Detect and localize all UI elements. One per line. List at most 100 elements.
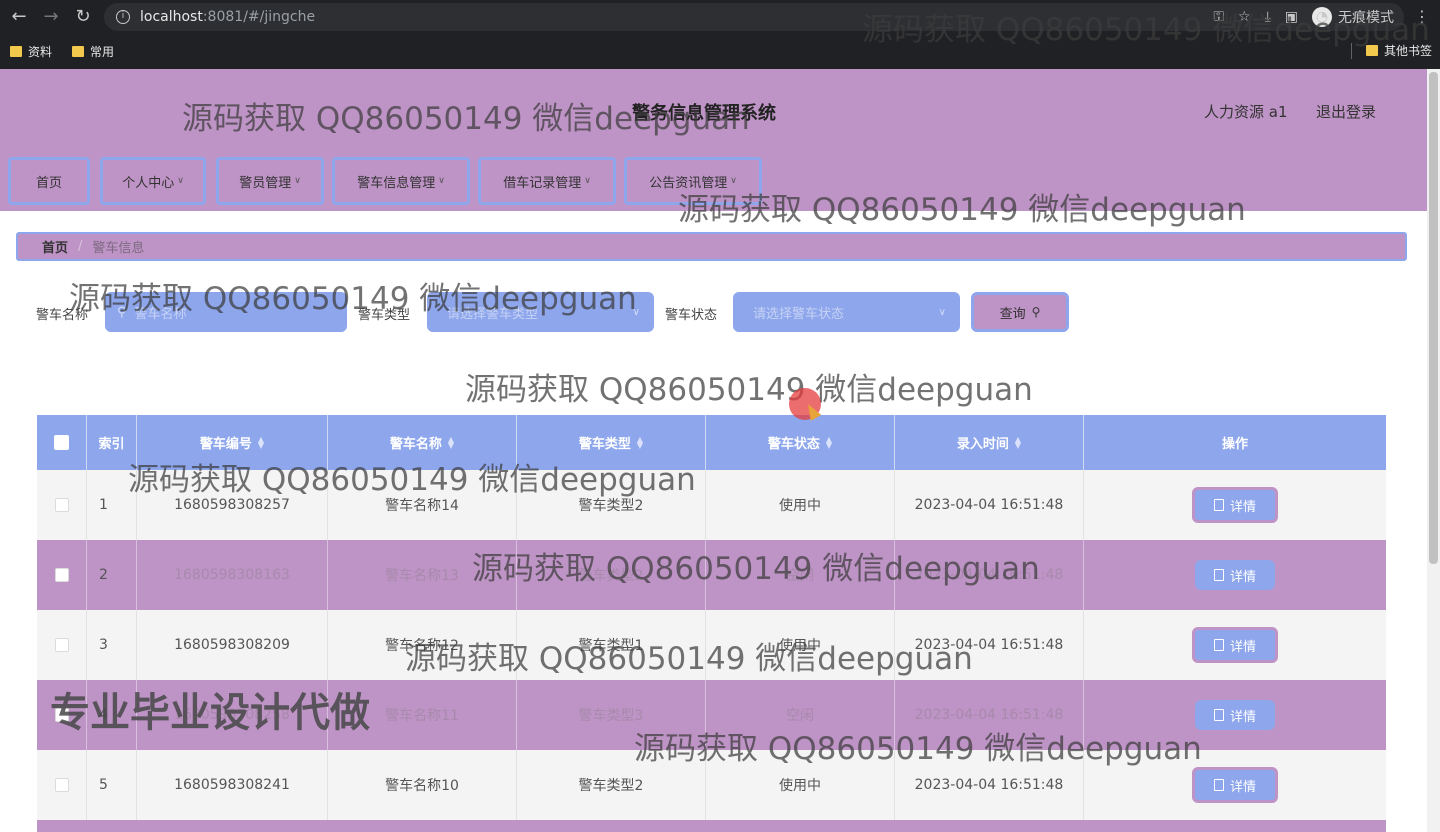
detail-label: 详情 — [1229, 499, 1256, 515]
vehicle-type-label: 警车类型 — [358, 308, 411, 323]
document-icon — [1213, 569, 1224, 581]
other-bookmarks[interactable]: 其他书签 — [1365, 42, 1432, 59]
chevron-down-icon: ∨ — [584, 176, 591, 186]
vehicle-type-placeholder: 请选择警车类型 — [447, 306, 539, 322]
actions-cell: 详情 — [1084, 470, 1386, 540]
sort-icon[interactable]: ▲ ▼ — [258, 435, 264, 449]
info-icon[interactable]: i — [116, 10, 130, 24]
detail-button[interactable]: 详情 — [1195, 560, 1275, 590]
folder-icon — [1365, 45, 1378, 56]
table-row: 3 1680598308209 警车名称12 警车类型1 使用中 2023-04… — [37, 610, 1386, 680]
sidepanel-icon[interactable]: ▣ — [1285, 9, 1298, 25]
sort-icon[interactable]: ▲ ▼ — [826, 435, 832, 449]
detail-label: 详情 — [1229, 709, 1256, 725]
incognito-icon: ◔ — [1312, 7, 1332, 27]
actions-cell: 详情 — [1084, 610, 1386, 680]
column-header-type[interactable]: 警车类型 ▲ ▼ — [517, 415, 706, 470]
vehicle-status-label: 警车状态 — [665, 308, 718, 323]
document-icon — [1213, 709, 1224, 721]
sort-icon[interactable]: ▲ ▼ — [1015, 435, 1021, 449]
back-icon[interactable]: ← — [8, 6, 30, 28]
column-header-time[interactable]: 录入时间 ▲ ▼ — [895, 415, 1084, 470]
column-label: 录入时间 — [956, 437, 1009, 452]
column-label: 操作 — [1221, 437, 1248, 452]
vehicle-name-label: 警车名称 — [36, 308, 89, 323]
select-all-cell — [37, 415, 87, 470]
sort-icon[interactable]: ▲ ▼ — [637, 435, 643, 449]
menu-label: 警员管理 — [239, 175, 292, 191]
incognito-badge[interactable]: ◔ 无痕模式 — [1312, 7, 1394, 27]
menu-item-home[interactable]: 首页 — [8, 157, 90, 205]
column-label: 警车名称 — [389, 437, 442, 452]
scrollbar-thumb[interactable] — [1429, 72, 1438, 564]
row-checkbox[interactable] — [54, 778, 69, 792]
menu-item-borrow-records[interactable]: 借车记录管理 ∨ — [478, 157, 616, 205]
vehicle-status-select[interactable]: 请选择警车状态 ∨ — [733, 292, 960, 332]
watermark-text: 源码获取 QQ86050149 微信deepguan — [465, 372, 1033, 408]
detail-button[interactable]: 详情 — [1192, 767, 1278, 803]
row-checkbox[interactable] — [54, 638, 69, 652]
detail-button[interactable]: 详情 — [1195, 700, 1275, 730]
bookmarks-bar: 资料 常用 — [0, 34, 1440, 69]
vehicle-type-select[interactable]: 请选择警车类型 ∨ — [427, 292, 654, 332]
type-cell: 警车类型1 — [517, 610, 706, 680]
menu-label: 借车记录管理 — [503, 175, 582, 191]
menu-label: 首页 — [35, 175, 62, 191]
code-cell: 1680598308209 — [137, 610, 328, 680]
column-label: 警车类型 — [578, 437, 631, 452]
time-cell: 2023-04-04 16:51:48 — [895, 680, 1084, 750]
watermark-big-text: 专业毕业设计代做 — [50, 690, 370, 736]
chevron-down-icon: ∨ — [730, 176, 737, 186]
menu-label: 个人中心 — [122, 175, 175, 191]
menu-item-vehicle-management[interactable]: 警车信息管理 ∨ — [332, 157, 470, 205]
bookmark-label: 资料 — [28, 45, 53, 59]
row-checkbox[interactable] — [54, 498, 69, 512]
menu-item-officer-management[interactable]: 警员管理 ∨ — [216, 157, 324, 205]
menu-item-announcements[interactable]: 公告资讯管理 ∨ — [624, 157, 762, 205]
browser-menu-icon[interactable]: ⋮ — [1414, 7, 1430, 26]
sort-icon[interactable]: ▲ ▼ — [448, 435, 454, 449]
query-button[interactable]: 查询 ⚲ — [971, 292, 1069, 332]
bookmark-folder[interactable]: 常用 — [72, 43, 114, 60]
search-icon: ⚲ — [1031, 305, 1041, 319]
name-cell: 警车名称14 — [328, 470, 517, 540]
table-row: 5 1680598308241 警车名称10 警车类型2 使用中 2023-04… — [37, 750, 1386, 820]
menu-item-personal-center[interactable]: 个人中心 ∨ — [100, 157, 206, 205]
document-icon — [1213, 779, 1224, 791]
reload-icon[interactable]: ↻ — [72, 6, 94, 28]
menu-label: 警车信息管理 — [357, 175, 436, 191]
key-icon[interactable]: ⚿ — [1213, 9, 1224, 25]
table-row-partial — [37, 820, 1386, 832]
url-text[interactable]: localhost:8081/#/jingche — [140, 9, 315, 25]
bookmark-folder[interactable]: 资料 — [10, 43, 52, 60]
column-label: 索引 — [98, 437, 125, 452]
url-path: :8081/#/jingche — [202, 9, 316, 25]
logout-link[interactable]: 退出登录 — [1316, 101, 1376, 122]
select-all-checkbox[interactable] — [54, 435, 69, 450]
user-role[interactable]: 人力资源 a1 — [1204, 101, 1288, 122]
document-icon — [1213, 639, 1224, 651]
name-cell: 警车名称10 — [328, 750, 517, 820]
column-header-code[interactable]: 警车编号 ▲ ▼ — [137, 415, 328, 470]
forward-icon[interactable]: → — [40, 6, 62, 28]
url-host: localhost — [140, 9, 203, 25]
detail-button[interactable]: 详情 — [1192, 627, 1278, 663]
column-header-status[interactable]: 警车状态 ▲ ▼ — [706, 415, 895, 470]
table-row: 2 1680598308163 警车名称13 警车类型2 空闲 2023-04-… — [37, 540, 1386, 610]
breadcrumb-home[interactable]: 首页 — [42, 237, 68, 256]
app-title: 警务信息管理系统 — [632, 103, 776, 124]
column-label: 警车编号 — [199, 437, 252, 452]
url-bar[interactable]: i localhost:8081/#/jingche ⚿ ☆ ⤓ ▣ ◔ 无痕模式 — [104, 3, 1404, 31]
column-header-name[interactable]: 警车名称 ▲ ▼ — [328, 415, 517, 470]
vehicle-name-placeholder: 警车名称 — [134, 306, 187, 322]
star-icon[interactable]: ☆ — [1238, 9, 1251, 25]
vehicle-name-input[interactable]: ⚲ 警车名称 — [105, 292, 347, 332]
row-select-cell — [37, 470, 87, 540]
detail-button[interactable]: 详情 — [1192, 487, 1278, 523]
row-checkbox[interactable] — [54, 568, 69, 582]
download-icon[interactable]: ⤓ — [1265, 9, 1271, 25]
folder-icon — [72, 46, 85, 57]
folder-icon — [10, 46, 22, 57]
bookmark-label: 其他书签 — [1383, 44, 1432, 58]
type-cell: 警车类型2 — [517, 750, 706, 820]
